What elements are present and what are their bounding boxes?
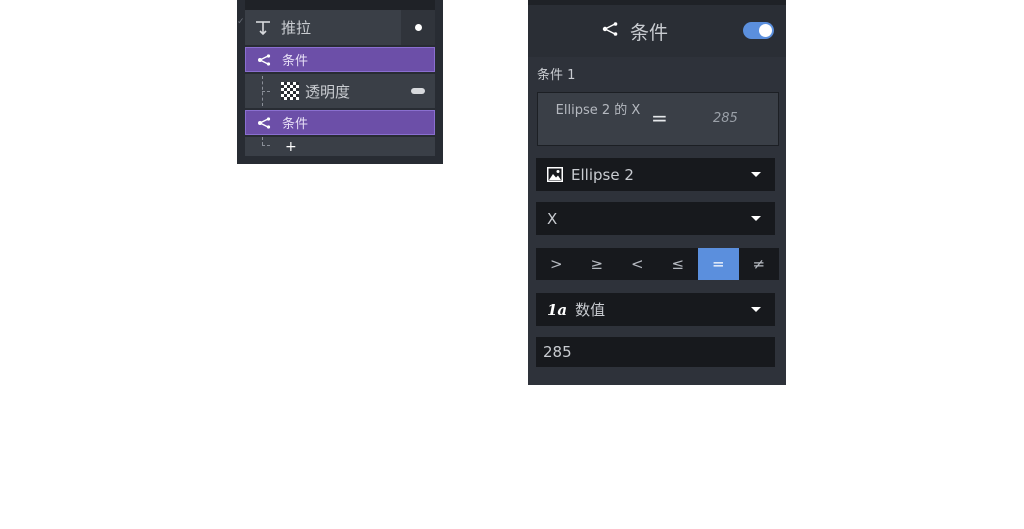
image-icon <box>547 167 563 182</box>
operator-equal-button[interactable]: = <box>698 248 739 280</box>
summary-lhs: Ellipse 2 的 X <box>555 103 641 118</box>
action-row-push[interactable]: 推拉 <box>245 10 435 45</box>
property-value: X <box>547 209 558 228</box>
operator-less-button[interactable]: < <box>617 248 658 280</box>
inspector-header: 条件 <box>528 5 786 57</box>
target-layer-dropdown[interactable]: Ellipse 2 <box>536 158 775 191</box>
tree-connector <box>245 137 281 156</box>
property-dropdown[interactable]: X <box>536 202 775 235</box>
operator-less-equal-button[interactable]: ≤ <box>658 248 699 280</box>
comparison-value-input[interactable] <box>536 337 775 367</box>
condition-row-1[interactable]: 条件 <box>245 47 435 72</box>
operator-greater-equal-button[interactable]: ≥ <box>577 248 618 280</box>
branch-icon <box>602 21 618 40</box>
operator-not-equal-button[interactable]: ≠ <box>739 248 780 280</box>
condition-section-label: 条件 1 <box>537 68 576 83</box>
opacity-row-toggle[interactable] <box>401 74 435 108</box>
action-row-state-toggle[interactable] <box>401 10 435 45</box>
tree-connector <box>245 74 281 108</box>
chevron-down-icon <box>751 307 761 312</box>
condition-row-label: 条件 <box>282 54 309 69</box>
panel-top-bar <box>245 0 435 10</box>
condition-row-label: 条件 <box>282 117 309 132</box>
action-row-label: 推拉 <box>281 19 312 37</box>
add-row[interactable]: + <box>245 137 435 156</box>
opacity-row[interactable]: 透明度 <box>245 74 435 108</box>
summary-operator: = <box>651 106 668 130</box>
chevron-down-icon <box>751 172 761 177</box>
interaction-layers-panel: ✓ 推拉 条件 透明度 条件 + <box>237 0 443 164</box>
opacity-row-label: 透明度 <box>305 82 351 101</box>
inspector-title: 条件 <box>630 22 669 44</box>
value-type-dropdown[interactable]: 1a 数值 <box>536 293 775 326</box>
pill-icon <box>411 88 425 94</box>
condition-enable-toggle[interactable] <box>743 22 774 39</box>
branch-icon <box>246 116 282 129</box>
push-pull-icon <box>245 20 281 36</box>
number-type-icon: 1a <box>547 300 568 319</box>
toggle-knob <box>759 24 772 37</box>
summary-rhs: 285 <box>713 111 738 126</box>
condition-summary: Ellipse 2 的 X = 285 <box>537 92 779 146</box>
operator-greater-button[interactable]: > <box>536 248 577 280</box>
branch-icon <box>246 53 282 66</box>
target-layer-value: Ellipse 2 <box>571 165 634 184</box>
operator-selector: > ≥ < ≤ = ≠ <box>536 248 779 280</box>
state-dot-icon <box>414 24 422 31</box>
condition-row-2[interactable]: 条件 <box>245 110 435 135</box>
chevron-down-icon <box>751 216 761 221</box>
add-icon[interactable]: + <box>285 139 297 155</box>
condition-inspector-panel: 条件 条件 1 Ellipse 2 的 X = 285 Ellipse 2 X … <box>528 0 786 385</box>
value-type-value: 数值 <box>575 301 606 319</box>
panel-edge-tick: ✓ <box>237 17 245 27</box>
opacity-checker-icon <box>281 82 299 100</box>
